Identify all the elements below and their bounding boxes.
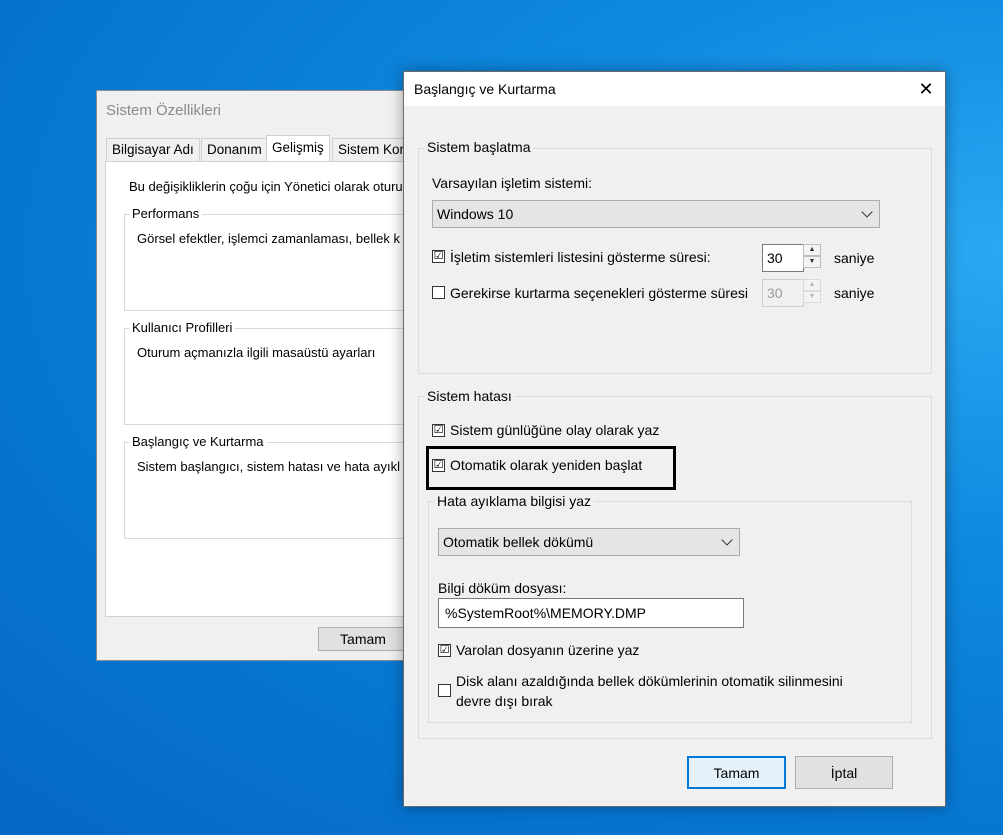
system-properties-window: Sistem Özellikleri Bilgisayar Adı Donanı…	[96, 90, 419, 661]
show-os-list-spinner[interactable]: ▲ ▼	[803, 244, 821, 268]
chevron-down-icon	[861, 206, 873, 218]
default-os-label: Varsayılan işletim sistemi:	[432, 175, 593, 191]
ok-button[interactable]: Tamam	[687, 756, 786, 789]
auto-restart-label: Otomatik olarak yeniden başlat	[450, 457, 643, 473]
debug-info-label: Hata ayıklama bilgisi yaz	[434, 493, 595, 509]
system-failure-label: Sistem hatası	[424, 388, 515, 404]
disable-autodelete-label: Disk alanı azaldığında bellek dökümlerin…	[456, 673, 843, 689]
disable-autodelete-checkbox[interactable]	[438, 684, 451, 697]
show-os-list-label: İşletim sistemleri listesini gösterme sü…	[450, 249, 711, 265]
close-icon[interactable]: ✕	[911, 75, 941, 103]
startup-recovery-description: Sistem başlangıcı, sistem hatası ve hata…	[137, 459, 401, 474]
spin-down-icon[interactable]: ▼	[803, 256, 821, 268]
system-startup-label: Sistem başlatma	[424, 139, 534, 155]
user-profiles-group	[124, 328, 419, 425]
advanced-tab-panel: Bu değişikliklerin çoğu için Yönetici ol…	[105, 161, 419, 617]
dump-type-select[interactable]: Otomatik bellek dökümü	[438, 528, 740, 556]
auto-restart-checkbox[interactable]: ☑	[432, 459, 445, 472]
show-os-list-checkbox[interactable]: ☑	[432, 250, 445, 263]
default-os-select[interactable]: Windows 10	[432, 200, 880, 228]
performance-label: Performans	[129, 206, 203, 221]
show-recovery-label: Gerekirse kurtarma seçenekleri gösterme …	[450, 285, 748, 301]
write-event-label: Sistem günlüğüne olay olarak yaz	[450, 422, 660, 438]
back-ok-button[interactable]: Tamam	[318, 627, 408, 651]
dump-file-input[interactable]: %SystemRoot%\MEMORY.DMP	[438, 598, 744, 628]
seconds-unit-1: saniye	[834, 250, 875, 266]
show-recovery-spinner[interactable]: ▲ ▼	[803, 279, 821, 303]
admin-notice: Bu değişikliklerin çoğu için Yönetici ol…	[129, 179, 403, 194]
performance-group	[124, 214, 419, 311]
startup-recovery-dialog: Başlangıç ve Kurtarma ✕ Sistem başlatma …	[403, 71, 946, 807]
tab-computer-name[interactable]: Bilgisayar Adı	[106, 138, 200, 161]
dump-type-value: Otomatik bellek dökümü	[443, 534, 594, 550]
spin-up-icon[interactable]: ▲	[803, 279, 821, 291]
window-title: Sistem Özellikleri	[106, 102, 222, 119]
startup-recovery-label: Başlangıç ve Kurtarma	[129, 434, 267, 449]
show-os-list-seconds[interactable]: 30	[762, 244, 804, 272]
write-event-checkbox[interactable]: ☑	[432, 424, 445, 437]
chevron-down-icon	[721, 534, 733, 546]
show-recovery-checkbox[interactable]	[432, 286, 445, 299]
overwrite-label: Varolan dosyanın üzerine yaz	[456, 642, 640, 658]
spin-up-icon[interactable]: ▲	[803, 244, 821, 256]
disable-autodelete-label-2: devre dışı bırak	[456, 693, 553, 709]
default-os-value: Windows 10	[437, 206, 514, 222]
cancel-button[interactable]: İptal	[795, 756, 893, 789]
user-profiles-description: Oturum açmanızla ilgili masaüstü ayarlar…	[137, 345, 376, 360]
seconds-unit-2: saniye	[834, 285, 875, 301]
tab-hardware[interactable]: Donanım	[201, 138, 268, 161]
dump-file-label: Bilgi döküm dosyası:	[438, 580, 567, 596]
overwrite-checkbox[interactable]: ☑	[438, 644, 451, 657]
tab-advanced[interactable]: Gelişmiş	[266, 135, 330, 162]
dialog-title: Başlangıç ve Kurtarma	[414, 81, 556, 97]
show-recovery-seconds[interactable]: 30	[762, 279, 804, 307]
startup-recovery-group	[124, 442, 419, 539]
performance-description: Görsel efektler, işlemci zamanlaması, be…	[137, 231, 400, 246]
user-profiles-label: Kullanıcı Profilleri	[129, 320, 236, 335]
spin-down-icon[interactable]: ▼	[803, 291, 821, 303]
